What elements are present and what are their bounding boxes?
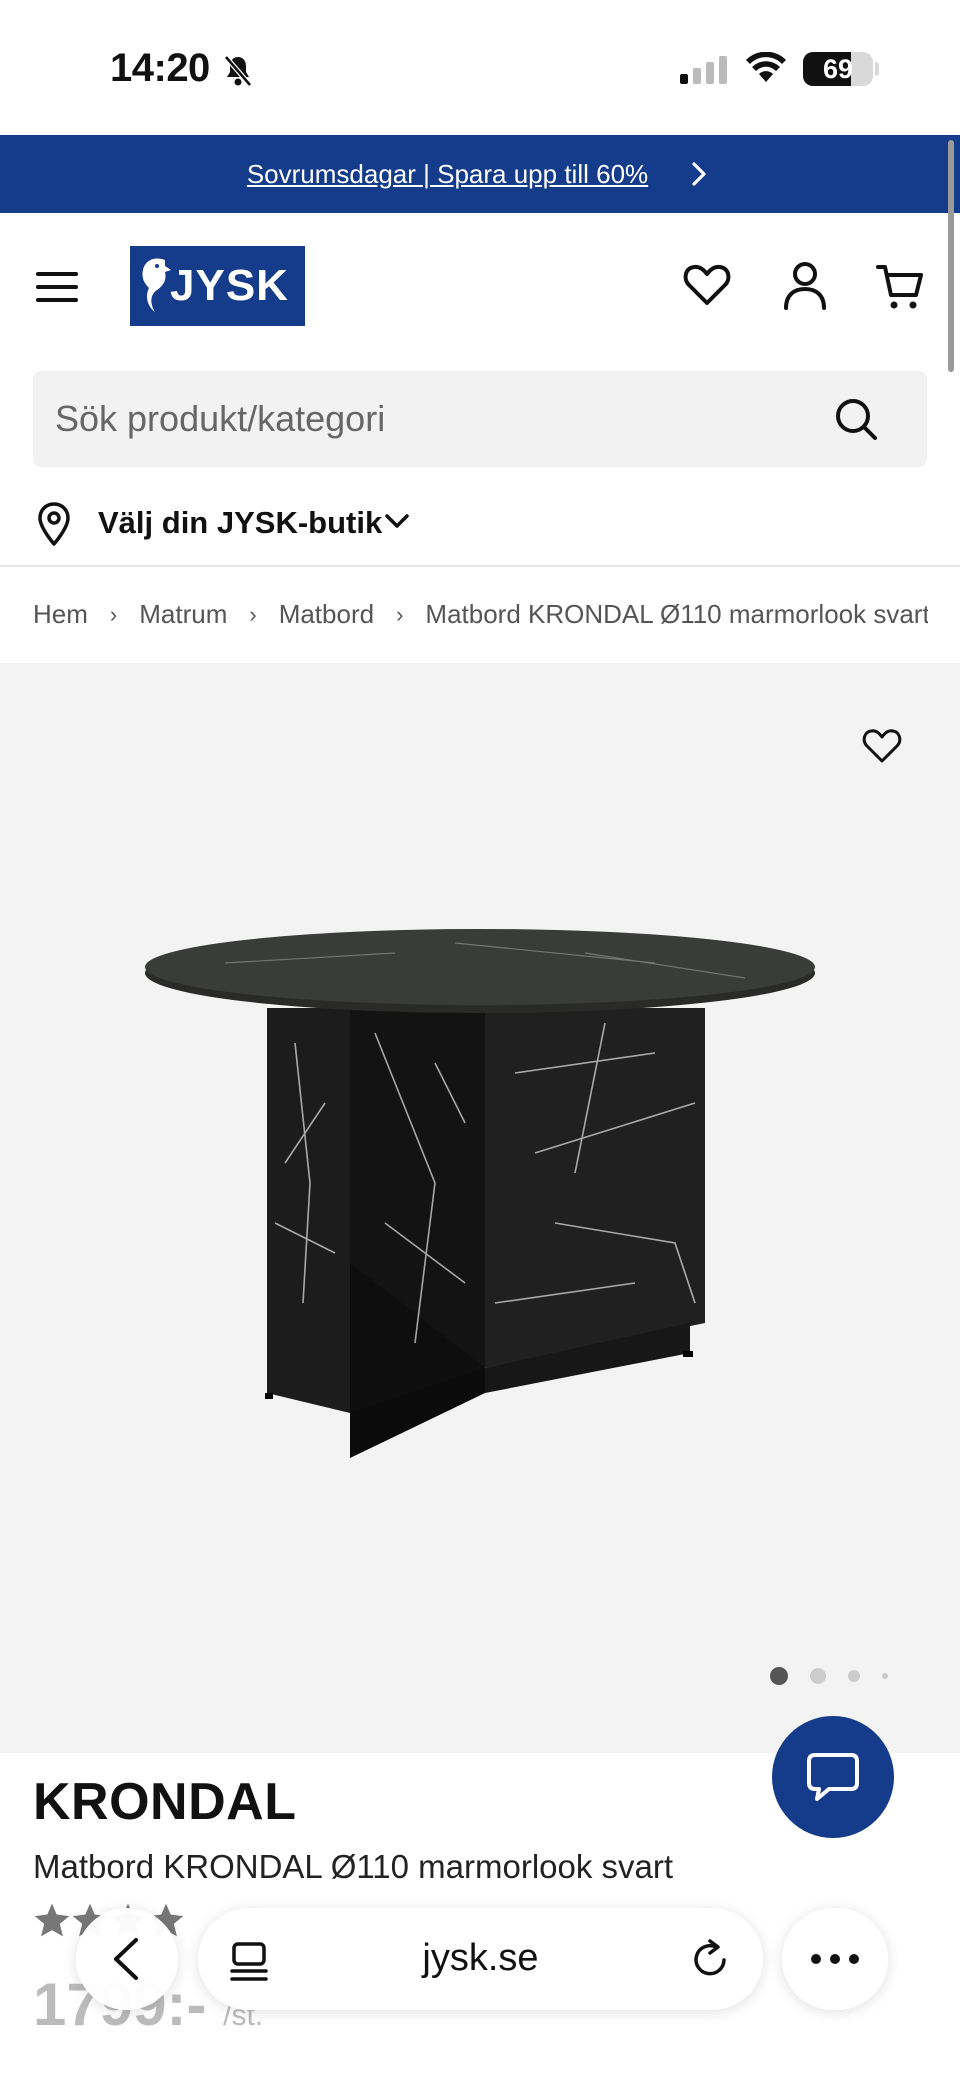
ellipsis-icon [811, 1954, 859, 1964]
logo-text: JYSK [170, 261, 289, 310]
breadcrumb-item-matrum[interactable]: Matrum [139, 599, 227, 630]
bell-muted-icon [224, 55, 252, 87]
browser-toolbar: jysk.se [0, 1880, 960, 2030]
product-image-gallery[interactable] [0, 663, 960, 1753]
breadcrumb-separator-icon: › [249, 601, 257, 627]
url-text[interactable]: jysk.se [198, 1937, 763, 1980]
breadcrumb: Hem › Matrum › Matbord › Matbord KRONDAL… [0, 569, 960, 663]
wifi-icon [746, 52, 786, 82]
status-time: 14:20 [110, 46, 210, 90]
search-input[interactable] [55, 395, 815, 443]
menu-icon[interactable] [36, 271, 80, 303]
chevron-left-icon [114, 1938, 138, 1980]
battery-tip [875, 62, 879, 76]
promo-banner[interactable]: Sovrumsdagar | Spara upp till 60% [0, 135, 960, 213]
address-bar[interactable]: jysk.se [198, 1908, 763, 2010]
user-icon[interactable] [783, 261, 827, 311]
store-selector[interactable]: Välj din JYSK-butik [0, 485, 960, 567]
gallery-dot[interactable] [810, 1668, 826, 1684]
bird-logo-icon [142, 258, 171, 312]
breadcrumb-separator-icon: › [396, 601, 404, 627]
jysk-logo[interactable]: JYSK [130, 246, 305, 326]
breadcrumb-item-hem[interactable]: Hem [33, 599, 88, 630]
cart-icon[interactable] [876, 263, 924, 311]
battery-level: 69 [822, 54, 854, 84]
battery-indicator: 69 [803, 52, 873, 86]
store-selector-label: Välj din JYSK-butik [98, 505, 383, 540]
breadcrumb-item-matbord[interactable]: Matbord [279, 599, 374, 630]
product-image [145, 929, 815, 1458]
gallery-pagination[interactable] [770, 1667, 910, 1685]
product-brand: KRONDAL [33, 1773, 297, 1831]
reload-icon[interactable] [690, 1938, 732, 1982]
more-options-button[interactable] [782, 1908, 888, 2010]
chevron-right-icon [692, 162, 706, 186]
site-header: JYSK [0, 213, 960, 358]
chat-button[interactable] [772, 1716, 894, 1838]
location-pin-icon [38, 502, 70, 546]
breadcrumb-item-current: Matbord KRONDAL Ø110 marmorlook svart [425, 599, 928, 629]
search-bar [33, 371, 927, 467]
cellular-signal-icon [680, 56, 727, 84]
gallery-dot[interactable] [882, 1673, 888, 1679]
heart-icon[interactable] [683, 263, 731, 307]
gallery-dot[interactable] [848, 1670, 860, 1682]
add-to-wishlist-heart-icon[interactable] [862, 728, 902, 764]
search-icon[interactable] [833, 396, 879, 442]
promo-link[interactable]: Sovrumsdagar | Spara upp till 60% [0, 159, 895, 190]
chevron-down-icon [385, 514, 409, 528]
breadcrumb-separator-icon: › [109, 601, 118, 627]
chat-bubble-icon [807, 1753, 859, 1801]
back-button[interactable] [76, 1908, 178, 2010]
scrollbar-thumb[interactable] [948, 140, 954, 372]
status-bar: 14:20 69 [0, 0, 960, 135]
gallery-dot-active[interactable] [770, 1667, 788, 1685]
